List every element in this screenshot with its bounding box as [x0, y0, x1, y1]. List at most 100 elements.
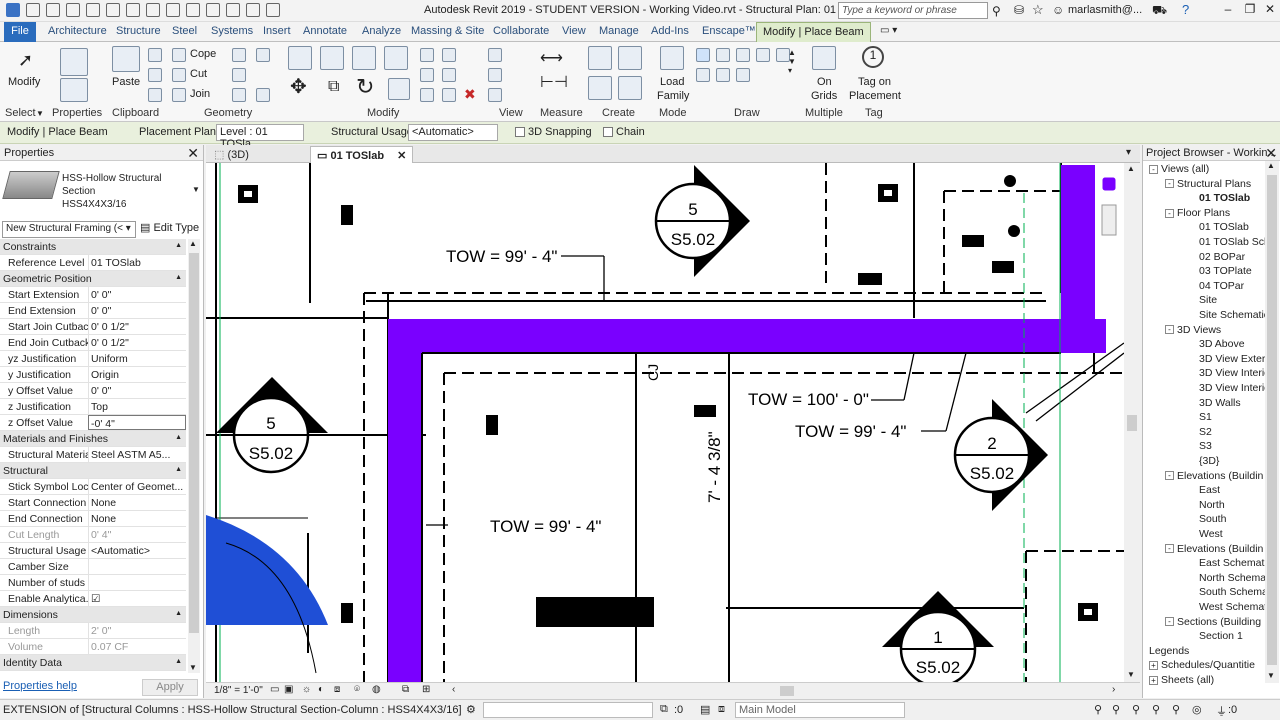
align-icon[interactable] [288, 46, 312, 70]
measure-distance-icon[interactable]: ⟷ [540, 48, 563, 68]
browser-item[interactable]: South [1199, 513, 1226, 525]
collapse-icon[interactable]: - [1165, 471, 1174, 481]
text-icon[interactable] [186, 3, 200, 17]
create-assembly-icon[interactable] [588, 46, 612, 70]
chain-box[interactable] [603, 127, 613, 138]
browser-item[interactable]: West Schemati [1199, 601, 1269, 613]
browser-item[interactable]: Site Schematic [1199, 309, 1269, 321]
property-row[interactable]: Structural Usage <Automatic> [0, 543, 186, 559]
scroll-left-icon[interactable]: ‹ [452, 684, 455, 695]
canvas-scroll-thumb[interactable] [1127, 415, 1137, 431]
section-icon[interactable] [226, 3, 240, 17]
select-by-face-icon[interactable]: ⚲ [1152, 703, 1160, 716]
collapse-icon[interactable]: - [1149, 164, 1158, 174]
offset-icon[interactable] [320, 46, 344, 70]
browser-item[interactable]: - Structural Plans [1165, 178, 1251, 190]
scale-icon[interactable] [442, 68, 456, 82]
select-underlay-icon[interactable]: ⚲ [1112, 703, 1120, 716]
paste-label[interactable]: Paste [112, 76, 140, 88]
expand-icon[interactable]: + [1149, 675, 1158, 685]
property-value[interactable]: 0' 0 1/2" [88, 335, 186, 350]
property-section-header[interactable]: Geometric Position ▲ [0, 271, 186, 287]
property-value[interactable]: Uniform [88, 351, 186, 366]
3d-view-icon[interactable] [206, 3, 220, 17]
browser-item[interactable]: {3D} [1199, 455, 1219, 467]
workset-select[interactable] [483, 702, 653, 718]
browser-item[interactable]: 3D View Exteri [1199, 353, 1268, 365]
subscription-icon[interactable]: ⛁ [1014, 3, 1024, 17]
save-icon[interactable] [46, 3, 60, 17]
create-parts-icon[interactable] [618, 46, 642, 70]
property-row[interactable]: y Offset Value 0' 0" [0, 383, 186, 399]
split-gap-icon[interactable] [442, 48, 456, 62]
redo-icon[interactable] [106, 3, 120, 17]
structural-usage-select[interactable]: <Automatic> [408, 124, 498, 141]
tab-enscape[interactable]: Enscape™ [696, 22, 762, 42]
browser-item[interactable]: + Sheets (all) [1149, 674, 1214, 686]
browser-item[interactable]: S3 [1199, 440, 1212, 452]
delete-icon[interactable]: ✖ [464, 86, 476, 103]
property-row[interactable]: Number of studs [0, 575, 186, 591]
browser-item[interactable]: 3D Above [1199, 338, 1245, 350]
browser-item[interactable]: North Schemat [1199, 572, 1269, 584]
open-icon[interactable] [26, 3, 40, 17]
revit-logo-icon[interactable] [6, 3, 20, 17]
undo-icon[interactable] [86, 3, 100, 17]
property-section-header[interactable]: Structural ▲ [0, 463, 186, 479]
start-end-radius-arc-icon[interactable] [716, 48, 730, 62]
browser-item[interactable]: 01 TOSlab [1199, 192, 1250, 204]
join-label[interactable]: Join [190, 88, 210, 100]
paste-icon[interactable] [112, 46, 140, 72]
tag-on-placement-button[interactable]: 1 Tag on Placement [848, 46, 901, 104]
crop-view-icon[interactable]: ⧈ [334, 684, 340, 695]
aligned-dimension-icon[interactable] [166, 3, 180, 17]
browser-item[interactable]: - Elevations (Buildin [1165, 470, 1263, 482]
property-value[interactable]: <Automatic> [88, 543, 186, 558]
drawing-canvas[interactable]: 5 S5.02 5 S5.02 2 S5.02 1 S5.02 TOW = 99… [206, 163, 1124, 682]
properties-help-link[interactable]: Properties help [3, 680, 77, 692]
browser-item[interactable]: 04 TOPar [1199, 280, 1244, 292]
browser-item[interactable]: East [1199, 484, 1220, 496]
cut-label[interactable]: Cut [190, 68, 207, 80]
property-row[interactable]: yz Justification Uniform [0, 351, 186, 367]
paint-icon[interactable] [232, 68, 246, 82]
collapse-section-icon[interactable]: ▲ [175, 239, 186, 254]
browser-item[interactable]: Legends [1149, 645, 1189, 657]
property-value[interactable]: 0' 0" [88, 303, 186, 318]
cut-clipboard-icon[interactable] [148, 48, 162, 62]
collapse-icon[interactable]: - [1165, 617, 1174, 627]
browser-item[interactable]: - Elevations (Buildin [1165, 543, 1263, 555]
browser-item[interactable]: 02 BOPar [1199, 251, 1245, 263]
wall-joins-icon[interactable] [232, 48, 246, 62]
override-icon[interactable] [488, 68, 502, 82]
cut-geometry-icon[interactable] [172, 68, 186, 82]
switch-windows-icon[interactable] [266, 3, 280, 17]
design-options-icon[interactable]: ⧉ [660, 703, 668, 716]
property-row[interactable]: Stick Symbol Loc...Center of Geomet... [0, 479, 186, 495]
cart-icon[interactable]: ⛟ [1152, 3, 1167, 19]
scroll-right-icon[interactable]: › [1112, 684, 1115, 695]
pin-icon[interactable] [420, 88, 434, 102]
drag-elements-icon[interactable]: ⚲ [1172, 703, 1180, 716]
property-value[interactable]: None [88, 511, 186, 526]
view-tab-01-toslab[interactable]: ▭ 01 TOSlab ✕ [310, 146, 414, 163]
user-icon[interactable]: ☺ [1052, 3, 1064, 17]
canvas-scroll-down-icon[interactable]: ▼ [1127, 670, 1135, 679]
properties-scroll-up-icon[interactable]: ▲ [189, 239, 197, 248]
select-links-icon[interactable]: ⚲ [1094, 703, 1102, 716]
chain-checkbox[interactable]: Chain [603, 126, 645, 138]
browser-item[interactable]: 3D View Interic [1199, 367, 1269, 379]
demolish-icon[interactable] [232, 88, 246, 102]
browser-item[interactable]: Section 1 [1199, 630, 1243, 642]
property-value[interactable]: Top [88, 399, 186, 414]
tab-architecture[interactable]: Architecture [42, 22, 113, 42]
favorites-star-icon[interactable]: ☆ [1032, 2, 1044, 18]
tabs-overflow-icon[interactable]: ▾ [1126, 147, 1131, 158]
property-value[interactable]: 0' 4" [88, 527, 186, 542]
browser-item[interactable]: 01 TOSlab [1199, 221, 1249, 233]
browser-item[interactable]: 3D Walls [1199, 397, 1241, 409]
property-row[interactable]: Camber Size [0, 559, 186, 575]
section-marker-top[interactable] [654, 165, 750, 277]
property-value[interactable] [88, 575, 186, 590]
detail-level-icon[interactable]: ▭ [270, 684, 279, 695]
